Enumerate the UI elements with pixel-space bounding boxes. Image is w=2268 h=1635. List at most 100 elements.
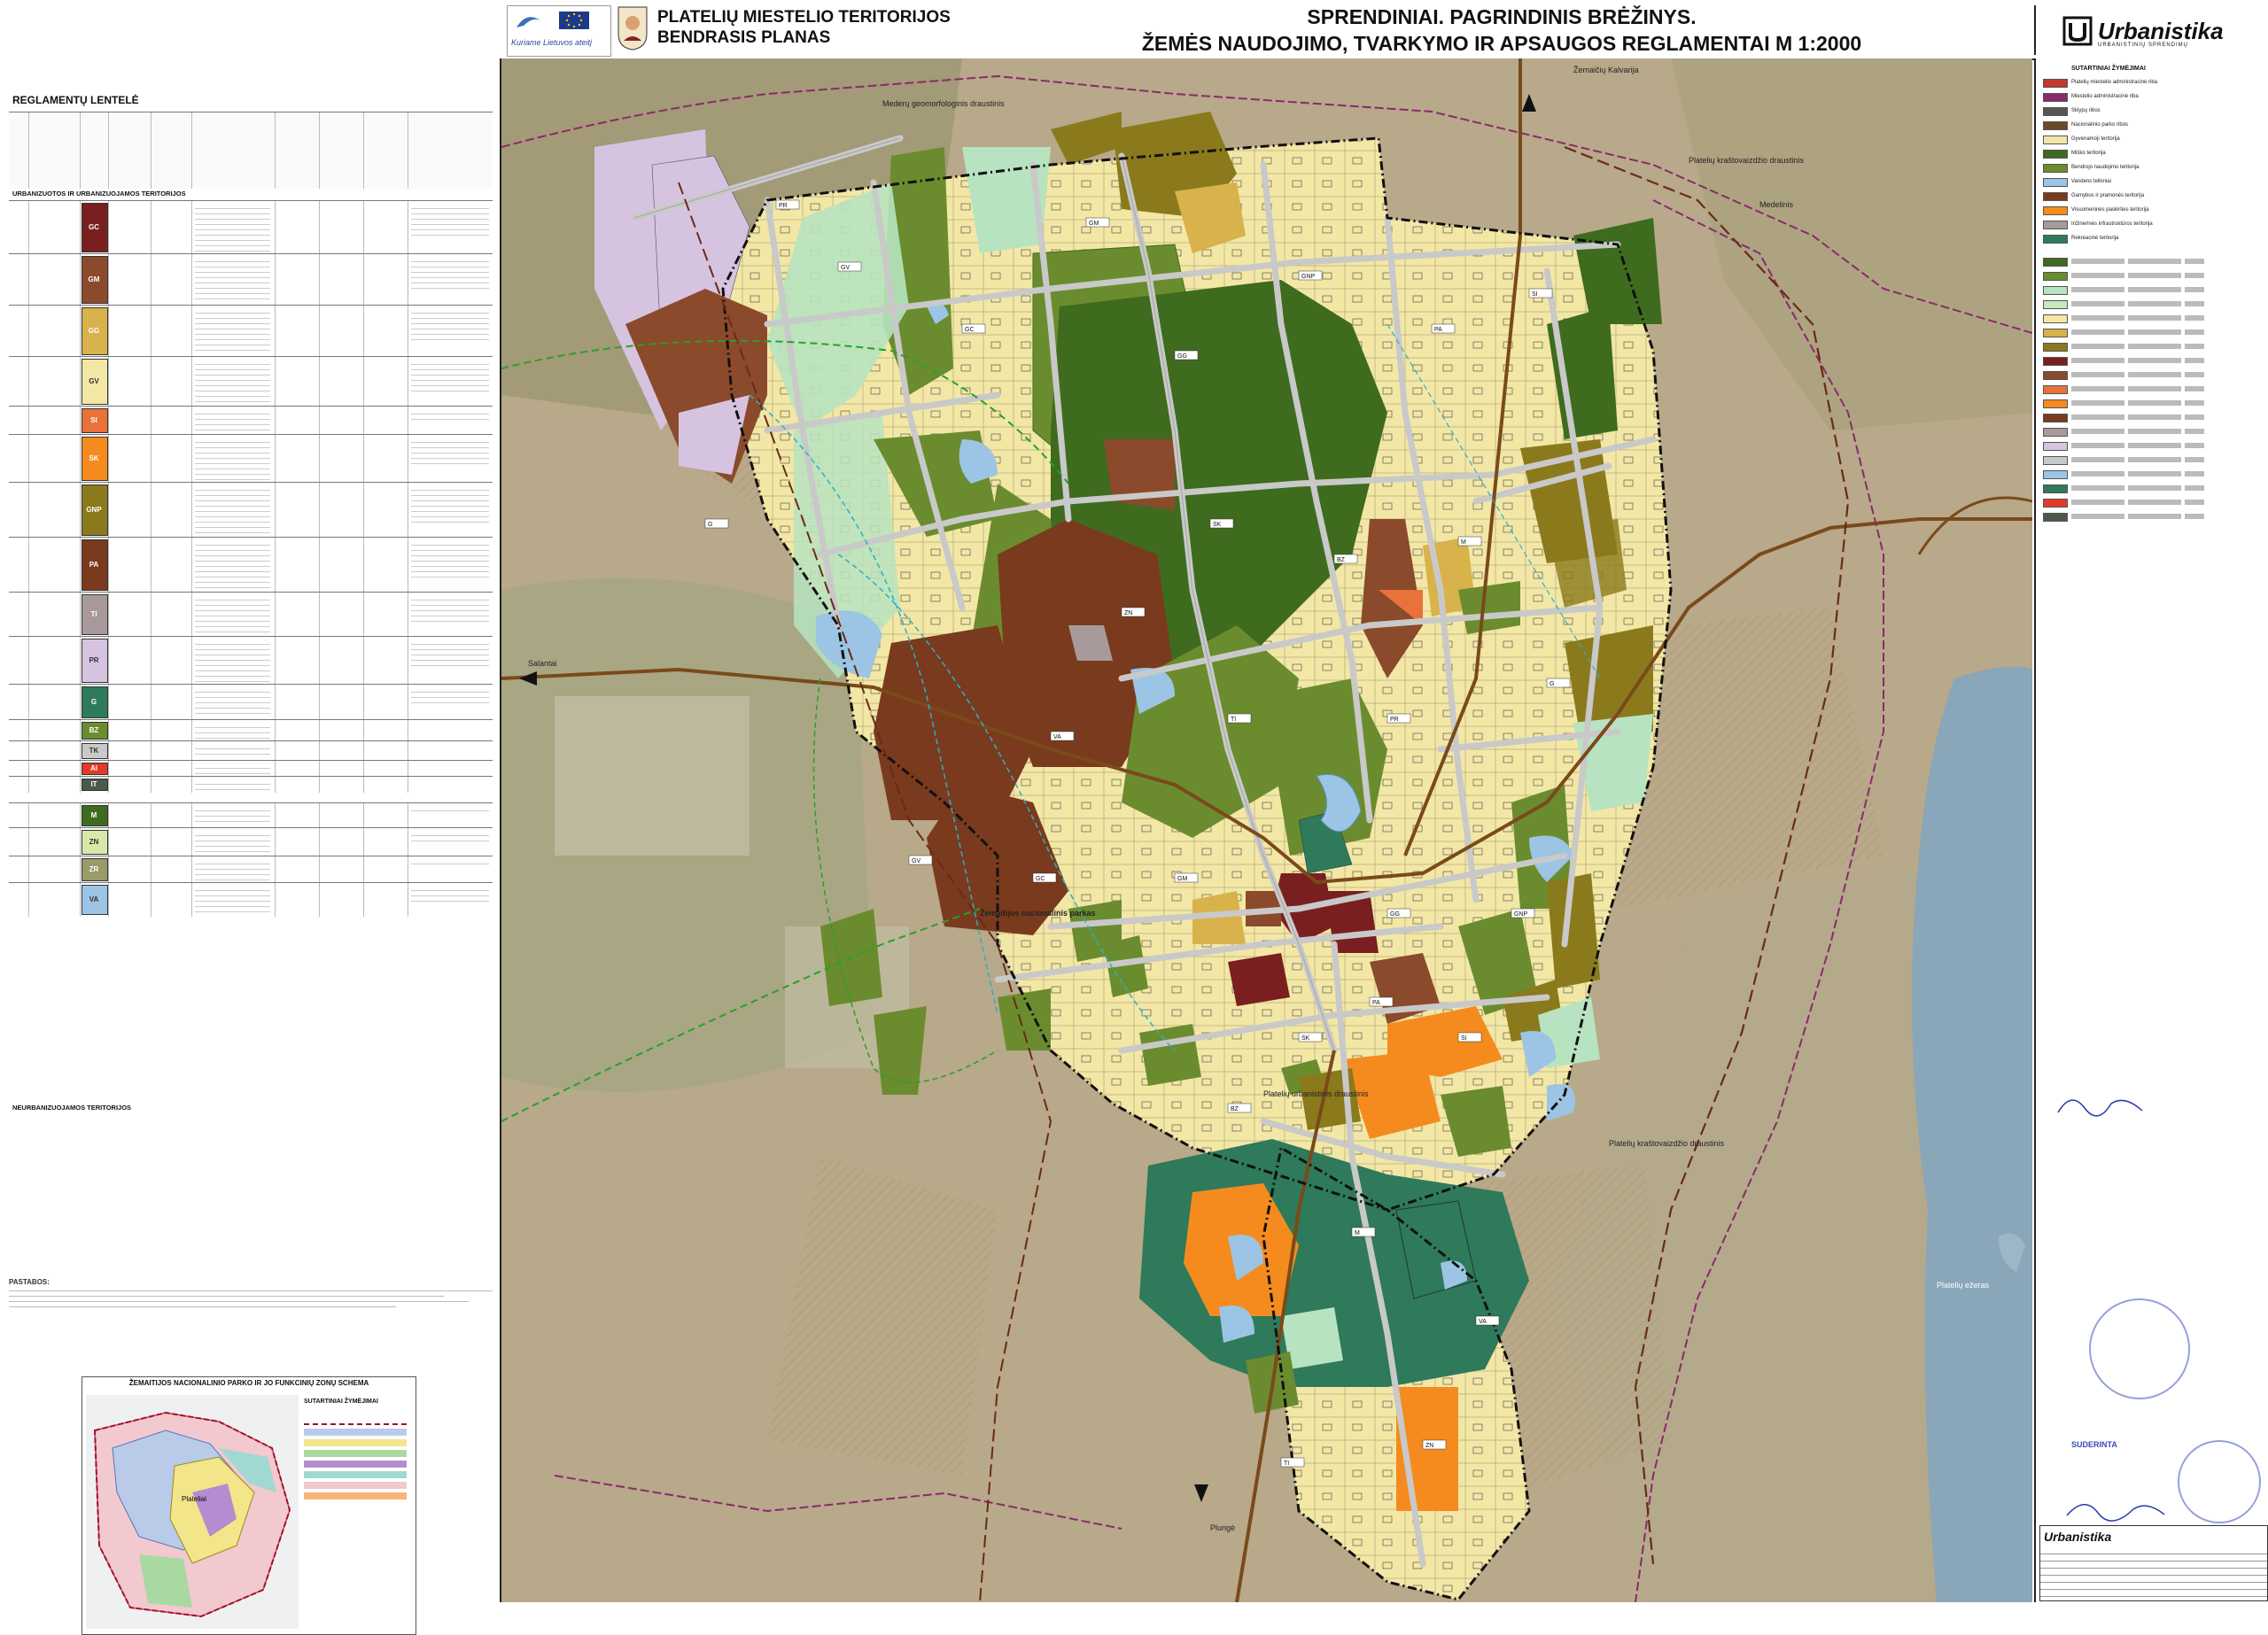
legend-label-lines [2071,259,2204,264]
regulation-text-lines [411,409,489,420]
legend-list: Platelių miestelio administracinė riba Mi… [2036,78,2268,1123]
zone-marker-label: TI [1231,717,1236,723]
legend-swatch [2043,206,2068,215]
zone-code: PA [89,561,99,569]
table-row: SK [9,434,493,483]
inset-legend-swatch [304,1482,407,1489]
zone-marker-label: SK [1301,1035,1310,1042]
notes-line [9,1299,469,1303]
inset-legend-swatch [304,1416,407,1425]
table-row: VA [9,882,493,917]
map-label-geomorph: Mederų geomorfologinis draustinis [882,99,1005,108]
legend-swatch [2043,399,2068,408]
table-row: AI [9,760,493,777]
zone-marker-label: GC [965,327,975,333]
legend-label: Platelių miestelio administracinė riba [2071,80,2158,85]
zone-marker-label: PA [1434,327,1442,333]
table-row: GG [9,305,493,357]
regulation-text-lines [195,687,270,717]
table-row: ZR [9,856,493,883]
project-line-1: PLATELIŲ MIESTELIO TERITORIJOS [657,8,951,27]
zone-marker-label: GV [912,858,920,864]
legend-item [2043,328,2268,337]
notes-line [9,1289,493,1292]
legend-item [2043,441,2268,451]
zone-code: GC [89,223,99,231]
table-row: M [9,802,493,828]
map-label-landscape: Platelių kraštovaizdžio draustinis [1689,156,1805,165]
legend-swatch [2043,136,2068,144]
main-map[interactable]: GV GC GM GG GNP PA SI SK BZ M ZN VA TI PR G GV GC GM GG GNP… [501,58,2032,1602]
legend-item [2043,314,2268,323]
legend-swatch [2043,428,2068,437]
zone-code: ZR [89,865,99,873]
legend-title: SUTARTINIAI ŽYMĖJIMAI [2071,66,2146,72]
legend-item: Sklypų ribos [2043,106,2268,116]
regulation-text-lines [195,763,270,774]
zone-code: M [90,811,97,819]
title-block-grid [2040,1547,2267,1600]
legend-label: Gamybos ir pramonės teritorija [2071,193,2145,198]
inset-legend-swatch [304,1429,407,1436]
legend-item [2043,399,2268,408]
legend-item [2043,413,2268,422]
legend-swatch [2043,272,2068,281]
regulation-text-lines [195,438,270,480]
table-row: ZN [9,827,493,856]
legend-label-lines [2071,358,2204,363]
regulation-text-lines [195,360,270,404]
zone-marker-label: BZ [1231,1106,1239,1112]
brand-subtitle: URBANISTINIŲ SPRENDIMŲ [2098,43,2189,48]
zone-code: ZN [89,838,99,846]
legend-item: Miško teritorija [2043,149,2268,159]
legend-label: Miško teritorija [2071,151,2106,156]
funding-slogan: Kuriame Lietuvos ateitį [511,38,593,47]
legend-item: Nacionalinio parko ribos [2043,120,2268,130]
zone-marker-label: ZN [1124,610,1132,616]
legend-swatch [2043,470,2068,479]
header-bar: Kuriame Lietuvos ateitį PLATELIŲ MIESTEL… [0,0,2268,60]
regulation-text-lines [195,639,270,682]
title-block: Urbanistika [2039,1525,2268,1601]
zone-marker-label: GG [1177,353,1187,360]
legend-swatch [2043,456,2068,465]
map-label-park: Žemaitijos nacionalinis parkas [980,909,1096,918]
zone-code: SI [90,416,97,424]
inset-title: ŽEMAITIJOS NACIONALINIO PARKO IR JO FUNK… [128,1379,369,1387]
legend-label-lines [2071,329,2204,335]
inset-legend [304,1413,407,1503]
legend-item: Vandens telkiniai [2043,177,2268,187]
regulations-title: REGLAMENTŲ LENTELĖ [12,94,139,106]
legend-item [2043,512,2268,522]
zone-marker-label: VA [1479,1319,1487,1325]
stamp-icon [2089,1298,2190,1399]
project-line-2: BENDRASIS PLANAS [657,28,831,47]
regulation-text-lines [411,540,489,577]
regulation-text-lines [195,595,270,634]
legend-label: Vandens telkiniai [2071,179,2111,184]
legend-label-lines [2071,443,2204,448]
zone-marker-label: GG [1390,911,1400,918]
legend-swatch [2043,484,2068,493]
title-line-2: ŽEMĖS NAUDOJIMO, TVARKYMO IR APSAUGOS RE… [1141,32,1862,55]
inset-park-scheme: ŽEMAITIJOS NACIONALINIO PARKO IR JO FUNK… [82,1376,416,1635]
legend-swatch [2043,121,2068,130]
regulation-text-lines [195,540,270,590]
brand-block: Urbanistika URBANISTINIŲ SPRENDIMŲ [2034,5,2268,55]
regulation-text-lines [195,859,270,880]
regulation-text-lines [411,723,489,726]
zone-marker-label: SK [1213,522,1222,528]
section-urban: URBANIZUOTOS IR URBANIZUOJAMOS TERITORIJ… [12,190,186,198]
regulation-text-lines [411,886,489,902]
legend-swatch [2043,258,2068,267]
zone-marker-label: PR [779,203,788,209]
table-row: G [9,684,493,720]
regulation-text-lines [411,360,489,391]
table-row: PR [9,636,493,685]
legend-label-lines [2071,301,2204,306]
zone-code: AI [90,764,97,772]
legend-item [2043,356,2268,366]
notes-line [9,1305,396,1308]
table-row: IT [9,776,493,793]
map-canvas: GVGCGMGGGNPPASISKBZMZNVATI PRGGVGC GMGG GNP… [501,58,2032,1602]
